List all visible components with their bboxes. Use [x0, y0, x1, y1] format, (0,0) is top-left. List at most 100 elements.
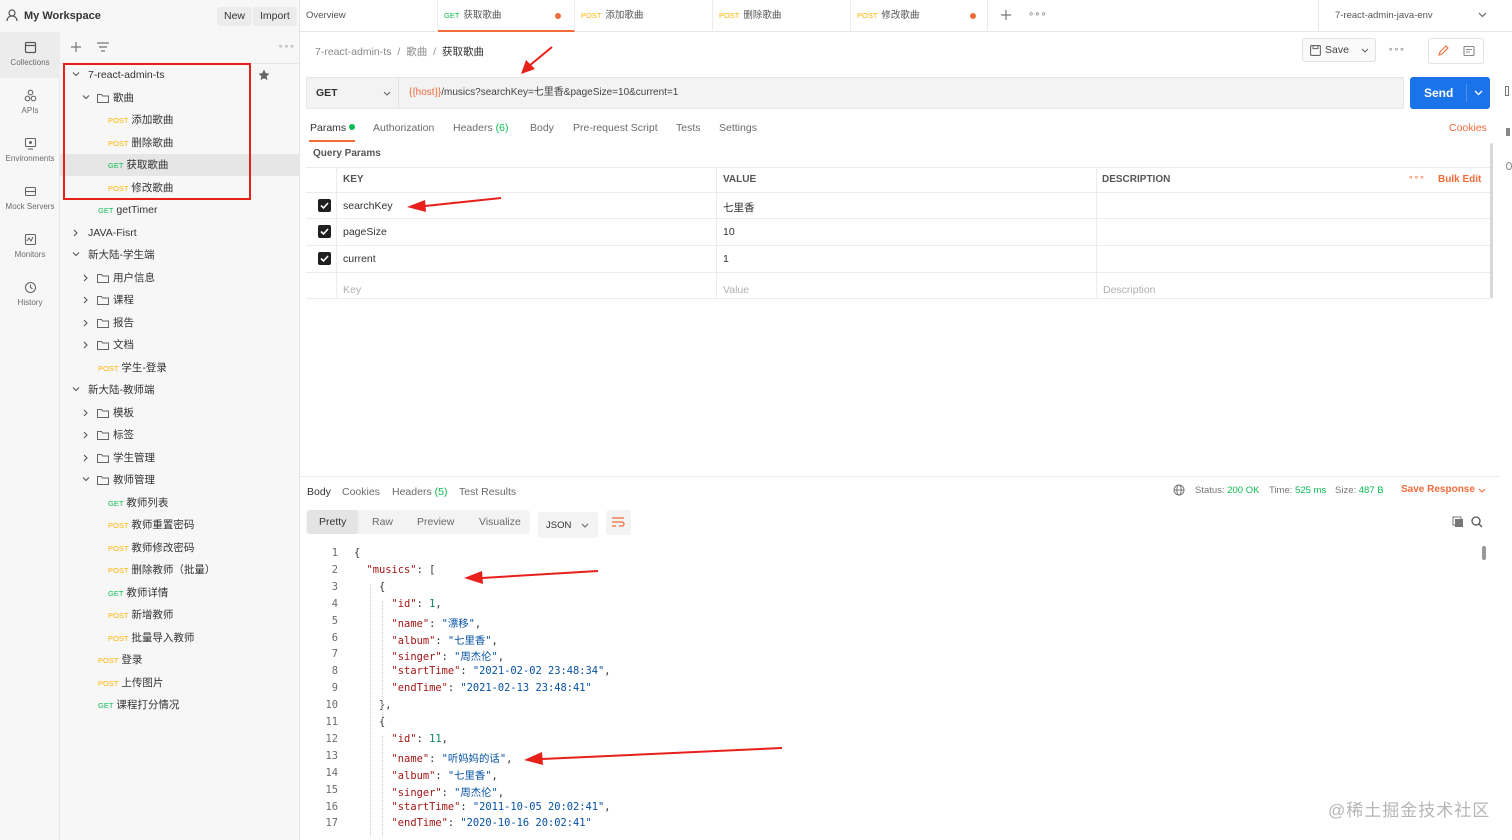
scrollbar[interactable] — [1482, 546, 1486, 560]
chevron-right-icon[interactable] — [82, 409, 90, 417]
more-actions-icon[interactable]: ∘∘∘ — [1388, 44, 1405, 55]
chevron-right-icon[interactable] — [82, 296, 90, 304]
tree-folder-item[interactable]: 教师管理 — [60, 469, 300, 491]
tree-folder-item[interactable]: 学生管理 — [60, 447, 300, 469]
view-visualize[interactable]: Visualize — [467, 510, 533, 534]
tab-add-song[interactable]: POST 添加歌曲 — [575, 0, 713, 32]
copy-icon[interactable] — [1452, 516, 1464, 528]
import-button[interactable]: Import — [253, 7, 297, 26]
chevron-right-icon[interactable] — [82, 454, 90, 462]
view-pretty[interactable]: Pretty — [307, 510, 359, 534]
tree-collection-item[interactable]: JAVA-Fisrt — [60, 222, 300, 244]
tab-edit-song[interactable]: POST 修改歌曲 — [851, 0, 988, 32]
view-raw[interactable]: Raw — [360, 510, 405, 534]
side-panel-icon[interactable] — [1506, 128, 1510, 136]
tab-settings[interactable]: Settings — [719, 122, 757, 134]
resp-tab-body[interactable]: Body — [307, 486, 331, 498]
chevron-down-icon[interactable] — [72, 251, 80, 259]
chevron-right-icon[interactable] — [82, 341, 90, 349]
chevron-down-icon[interactable] — [1474, 90, 1483, 96]
pencil-icon[interactable] — [1437, 45, 1449, 57]
tree-folder-item[interactable]: 报告 — [60, 312, 300, 334]
chevron-right-icon[interactable] — [82, 274, 90, 282]
tree-request-item[interactable]: GET getTimer — [60, 199, 300, 221]
breadcrumb-folder[interactable]: 歌曲 — [406, 46, 427, 58]
tree-request-item[interactable]: POST 教师修改密码 — [60, 537, 300, 559]
wrap-lines-button[interactable] — [606, 510, 631, 535]
tree-request-item[interactable]: GET 教师列表 — [60, 492, 300, 514]
param-checkbox[interactable] — [318, 225, 331, 238]
tab-overview[interactable]: Overview — [300, 0, 438, 32]
new-key-input[interactable]: Key — [343, 284, 361, 296]
tree-folder-item[interactable]: 课程 — [60, 289, 300, 311]
resp-tab-cookies[interactable]: Cookies — [342, 486, 380, 498]
tab-tests[interactable]: Tests — [676, 122, 701, 134]
param-value[interactable]: 10 — [723, 226, 735, 238]
tree-request-item[interactable]: POST 新增教师 — [60, 604, 300, 626]
url-input[interactable]: {{host}}/musics?searchKey=七里香&pageSize=1… — [409, 78, 678, 108]
chevron-down-icon[interactable] — [72, 386, 80, 394]
tree-folder-item[interactable]: 标签 — [60, 424, 300, 446]
response-body-code[interactable]: 1{2 "musics": [3 {4 "id": 1, 5 "name": "漂… — [306, 546, 1476, 840]
star-icon[interactable] — [258, 69, 270, 81]
tab-prerequest-script[interactable]: Pre-request Script — [573, 122, 658, 134]
rail-mock-servers[interactable]: Mock Servers — [0, 176, 60, 222]
tree-request-item[interactable]: POST 批量导入教师 — [60, 627, 300, 649]
resp-tab-test-results[interactable]: Test Results — [459, 486, 516, 498]
save-response-button[interactable]: Save Response — [1401, 484, 1475, 495]
more-icon[interactable]: ∘∘∘ — [278, 41, 295, 52]
chevron-down-icon[interactable] — [82, 476, 90, 484]
param-key[interactable]: current — [343, 253, 376, 265]
save-button[interactable]: Save — [1302, 38, 1376, 62]
new-tab-plus-icon[interactable] — [1000, 9, 1012, 21]
side-panel-icon[interactable] — [1506, 162, 1512, 170]
more-icon[interactable]: ∘∘∘ — [1408, 172, 1425, 183]
param-key[interactable]: pageSize — [343, 226, 387, 238]
search-icon[interactable] — [1471, 516, 1483, 528]
new-description-input[interactable]: Description — [1103, 284, 1156, 296]
chevron-right-icon[interactable] — [82, 431, 90, 439]
tree-collection-item[interactable]: 新大陆-学生端 — [60, 244, 300, 266]
tree-request-item[interactable]: POST 上传图片 — [60, 672, 300, 694]
param-value[interactable]: 七里香 — [723, 200, 755, 215]
chevron-right-icon[interactable] — [82, 319, 90, 327]
tree-request-item[interactable]: GET 课程打分情况 — [60, 694, 300, 716]
tab-body[interactable]: Body — [530, 122, 554, 134]
new-button[interactable]: New — [217, 7, 253, 26]
rail-environments[interactable]: Environments — [0, 128, 60, 174]
rail-history[interactable]: History — [0, 272, 60, 318]
globe-icon[interactable] — [1173, 484, 1185, 496]
tree-request-item[interactable]: POST 删除教师（批量） — [60, 559, 300, 581]
chevron-right-icon[interactable] — [72, 229, 80, 237]
tab-delete-song[interactable]: POST 删除歌曲 — [713, 0, 851, 32]
bulk-edit-link[interactable]: Bulk Edit — [1438, 174, 1481, 185]
tree-collection-item[interactable]: 新大陆-教师端 — [60, 379, 300, 401]
rail-collections[interactable]: Collections — [0, 32, 60, 78]
tab-headers[interactable]: Headers (6) — [453, 122, 508, 134]
send-button[interactable]: Send — [1410, 77, 1490, 109]
add-collection-plus-icon[interactable] — [70, 41, 82, 53]
documentation-icon[interactable] — [1463, 45, 1475, 57]
tree-folder-item[interactable]: 模板 — [60, 402, 300, 424]
chevron-down-icon[interactable] — [1478, 488, 1486, 493]
param-value[interactable]: 1 — [723, 253, 729, 265]
chevron-down-icon[interactable] — [1478, 12, 1487, 18]
rail-monitors[interactable]: Monitors — [0, 224, 60, 270]
rail-apis[interactable]: APIs — [0, 80, 60, 126]
workspace-name[interactable]: My Workspace — [24, 10, 101, 22]
side-panel-icon[interactable] — [1505, 86, 1509, 96]
method-select[interactable]: GET — [307, 78, 399, 108]
tab-params[interactable]: Params — [310, 122, 356, 134]
param-checkbox[interactable] — [318, 252, 331, 265]
breadcrumb-request[interactable]: 获取歌曲 — [442, 46, 484, 58]
param-checkbox[interactable] — [318, 199, 331, 212]
pane-splitter[interactable] — [300, 476, 1500, 477]
tree-folder-item[interactable]: 文档 — [60, 334, 300, 356]
breadcrumb-collection[interactable]: 7-react-admin-ts — [315, 46, 391, 58]
view-preview[interactable]: Preview — [405, 510, 466, 534]
tab-get-songs[interactable]: GET 获取歌曲 — [438, 0, 575, 32]
more-tabs-icon[interactable]: ∘∘∘ — [1028, 9, 1047, 20]
environment-select[interactable]: 7-react-admin-java-env — [1335, 10, 1433, 21]
tree-request-item[interactable]: GET 教师详情 — [60, 582, 300, 604]
tree-folder-item[interactable]: 用户信息 — [60, 267, 300, 289]
